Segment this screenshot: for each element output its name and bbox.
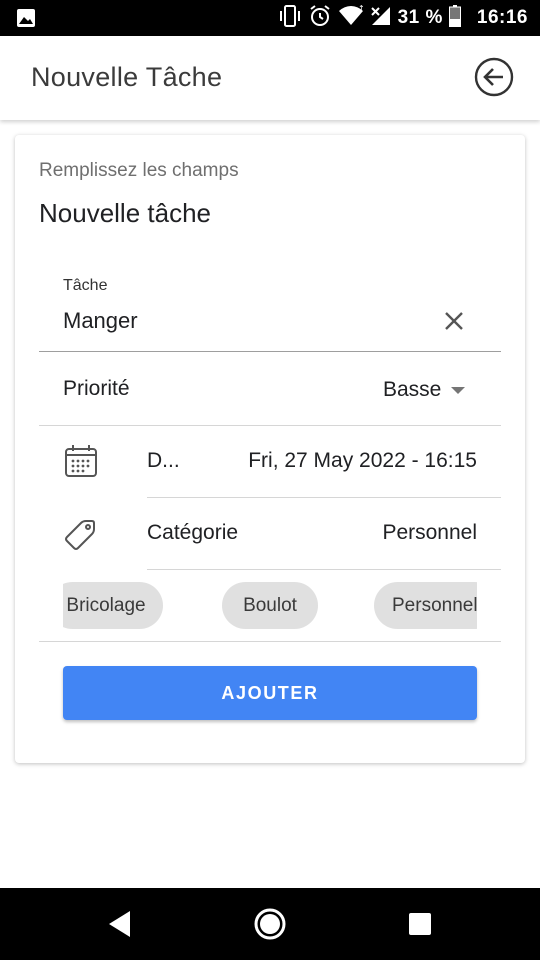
status-bar: ↑ 31 % 16:16 (0, 0, 540, 36)
signal-icon (370, 5, 392, 32)
priority-dropdown[interactable]: Basse (383, 375, 466, 405)
nav-back-icon (109, 911, 130, 937)
category-label: Catégorie (147, 521, 239, 544)
caret-down-icon (451, 386, 466, 394)
nav-recents-button[interactable] (402, 906, 438, 942)
chip-boulot[interactable]: Boulot (222, 582, 318, 629)
navigation-bar (0, 888, 540, 960)
svg-text:↑: ↑ (358, 5, 364, 13)
nav-home-icon (254, 908, 286, 940)
image-icon (16, 8, 36, 33)
divider (147, 569, 501, 570)
task-card: Remplissez les champs Nouvelle tâche Tâc… (15, 135, 525, 763)
back-circle-icon (474, 57, 514, 97)
close-icon (445, 312, 463, 330)
chip-bricolage[interactable]: Bricolage (63, 582, 163, 629)
battery-percent: 31 % (397, 7, 443, 28)
calendar-icon (63, 443, 99, 479)
back-button[interactable] (474, 57, 514, 97)
divider (147, 497, 501, 498)
alarm-icon (308, 4, 332, 33)
app-bar: Nouvelle Tâche (0, 36, 540, 120)
category-chips: Bricolage Boulot Personnel (63, 582, 477, 630)
card-title: Nouvelle tâche (39, 198, 211, 228)
priority-value: Basse (383, 378, 442, 401)
chip-personnel[interactable]: Personnel (374, 582, 477, 629)
vibrate-icon (278, 4, 302, 32)
priority-label: Priorité (63, 377, 130, 400)
add-task-button[interactable]: AJOUTER (63, 666, 477, 720)
category-value: Personnel (382, 521, 477, 544)
nav-recents-icon (409, 913, 431, 935)
divider (39, 641, 501, 642)
task-field-label: Tâche (63, 277, 108, 294)
divider (39, 425, 501, 426)
clear-task-button[interactable] (441, 308, 467, 334)
date-label: D... (147, 449, 180, 472)
nav-home-button[interactable] (252, 906, 288, 942)
task-field-underline (39, 351, 501, 352)
wifi-icon: ↑ (338, 4, 364, 32)
task-input[interactable] (63, 308, 433, 334)
page-title: Nouvelle Tâche (31, 62, 223, 92)
card-subtitle: Remplissez les champs (39, 160, 239, 181)
tag-icon (63, 516, 99, 552)
nav-back-button[interactable] (102, 906, 138, 942)
status-time: 16:16 (476, 7, 528, 28)
battery-icon (448, 4, 461, 32)
date-value[interactable]: Fri, 27 May 2022 - 16:15 (248, 449, 477, 473)
